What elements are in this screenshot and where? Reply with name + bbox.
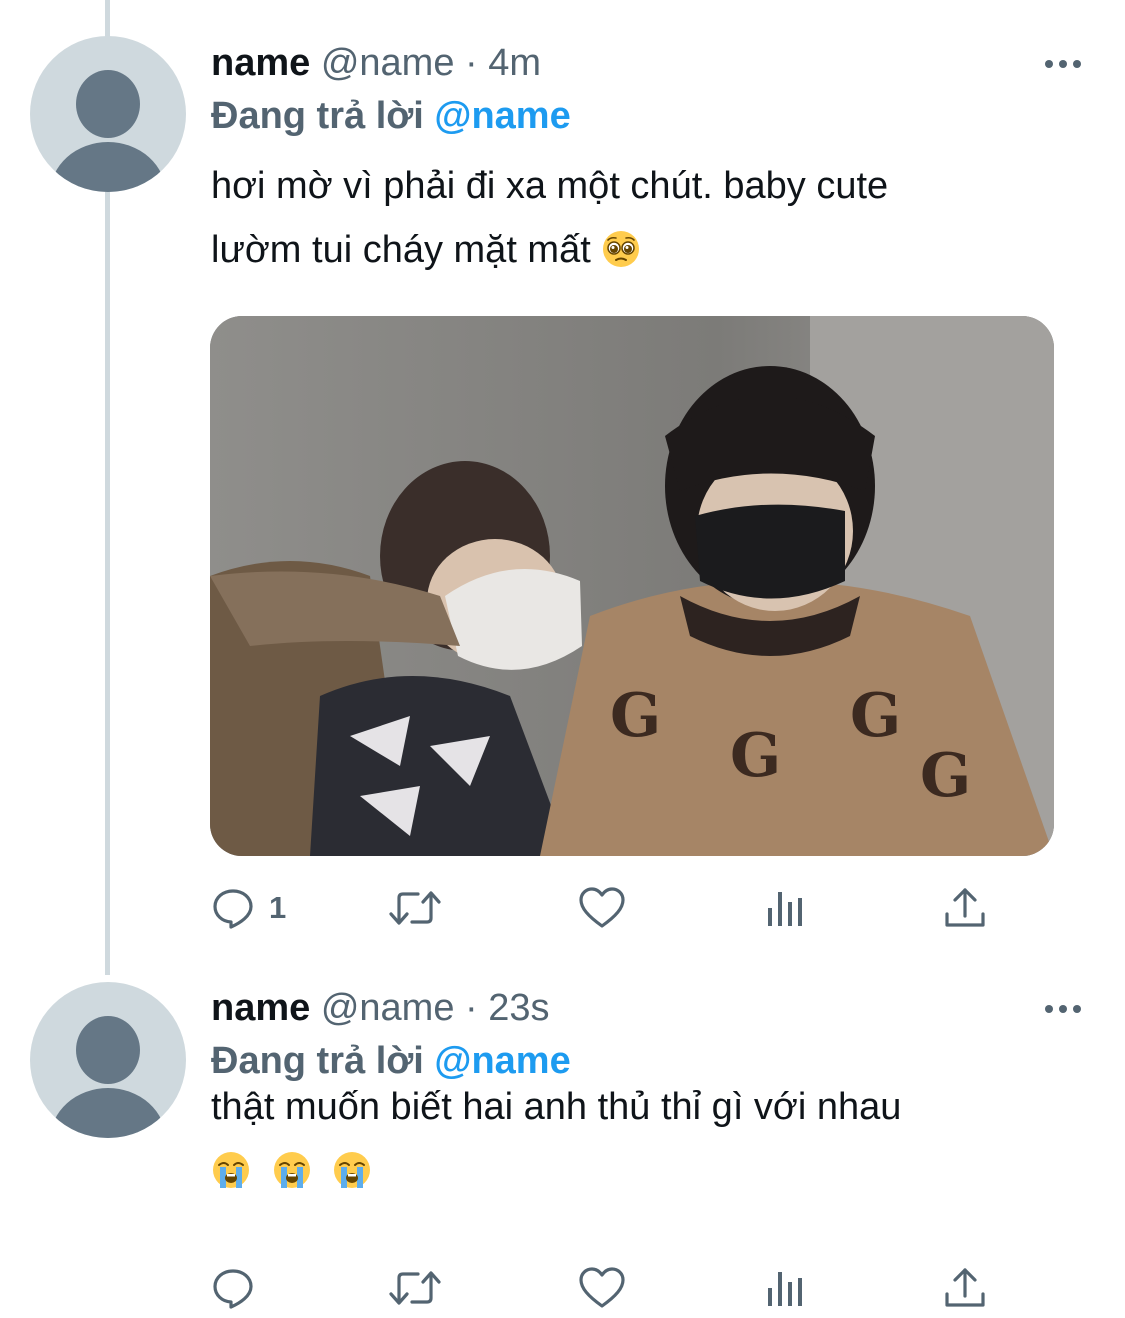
svg-text:G: G (610, 681, 661, 751)
tweet-text-line-with-emoji: lườm tui cháy mặt mất (211, 218, 1081, 282)
display-name[interactable]: name (211, 987, 310, 1029)
separator-dot: · (465, 987, 478, 1029)
timestamp[interactable]: 4m (488, 42, 541, 84)
heart-icon (579, 887, 625, 928)
reply-button[interactable] (211, 1258, 269, 1318)
display-name[interactable]: name (211, 42, 310, 84)
retweet-icon (389, 891, 441, 925)
views-button[interactable] (763, 878, 807, 938)
reply-count: 1 (269, 890, 287, 925)
loudly-crying-face-emoji-icon (273, 1152, 310, 1188)
default-avatar-icon (50, 70, 166, 192)
username[interactable]: @name (321, 987, 455, 1029)
avatar[interactable] (30, 982, 186, 1138)
more-icon (1045, 60, 1081, 68)
share-icon (945, 1268, 985, 1307)
loudly-crying-face-emoji-icon (213, 1152, 249, 1188)
svg-text:G: G (730, 721, 781, 791)
default-avatar-icon (50, 1016, 166, 1138)
tweet[interactable]: name @name · 4m Đang trả lời @name hơi m… (0, 0, 1125, 975)
tweet-text-line: thật muốn biết hai anh thủ thỉ gì với nh… (211, 1086, 902, 1128)
username[interactable]: @name (321, 42, 455, 84)
tweet-text: hơi mờ vì phải đi xa một chút. baby cute… (211, 154, 1081, 282)
tweet-text: thật muốn biết hai anh thủ thỉ gì với nh… (211, 1075, 1081, 1203)
tweet[interactable]: name @name · 23s Đang trả lời @name thật… (0, 975, 1125, 1318)
retweet-icon (389, 1271, 441, 1305)
svg-text:G: G (850, 681, 901, 751)
tweet-header: name @name · 23s (211, 985, 550, 1031)
tweet-actions (211, 1258, 1011, 1318)
tweet-actions: 1 (211, 878, 1011, 938)
pleading-face-emoji-icon (603, 231, 640, 267)
share-button[interactable] (943, 878, 987, 938)
more-options-button[interactable] (1043, 54, 1083, 74)
photo-image: G G G G (210, 316, 1054, 856)
tweet-text-line: lườm tui cháy mặt mất (211, 229, 591, 271)
loudly-crying-face-emoji-icon (334, 1152, 371, 1188)
more-icon (1045, 1005, 1081, 1013)
reply-icon (213, 1269, 253, 1309)
share-button[interactable] (943, 1258, 987, 1318)
views-button[interactable] (763, 1258, 807, 1318)
tweet-photo[interactable]: G G G G (210, 316, 1054, 856)
heart-icon (579, 1267, 625, 1308)
views-icon (768, 892, 802, 926)
like-button[interactable] (578, 878, 626, 938)
retweet-button[interactable] (388, 1258, 442, 1318)
like-button[interactable] (578, 1258, 626, 1318)
views-icon (768, 1272, 802, 1306)
separator-dot: · (465, 42, 478, 84)
mention-link[interactable]: @name (434, 95, 570, 137)
svg-text:G: G (920, 741, 971, 811)
replying-label: Đang trả lời (211, 95, 424, 137)
share-icon (945, 888, 985, 927)
replying-to: Đang trả lời @name (211, 93, 571, 139)
retweet-button[interactable] (388, 878, 442, 938)
more-options-button[interactable] (1043, 999, 1083, 1019)
emoji-line (211, 1139, 1081, 1203)
reply-button[interactable]: 1 (211, 878, 286, 938)
tweet-text-line: hơi mờ vì phải đi xa một chút. baby cute (211, 165, 889, 207)
timestamp[interactable]: 23s (488, 987, 549, 1029)
reply-icon (213, 889, 253, 929)
avatar[interactable] (30, 36, 186, 192)
tweet-header: name @name · 4m (211, 40, 541, 86)
